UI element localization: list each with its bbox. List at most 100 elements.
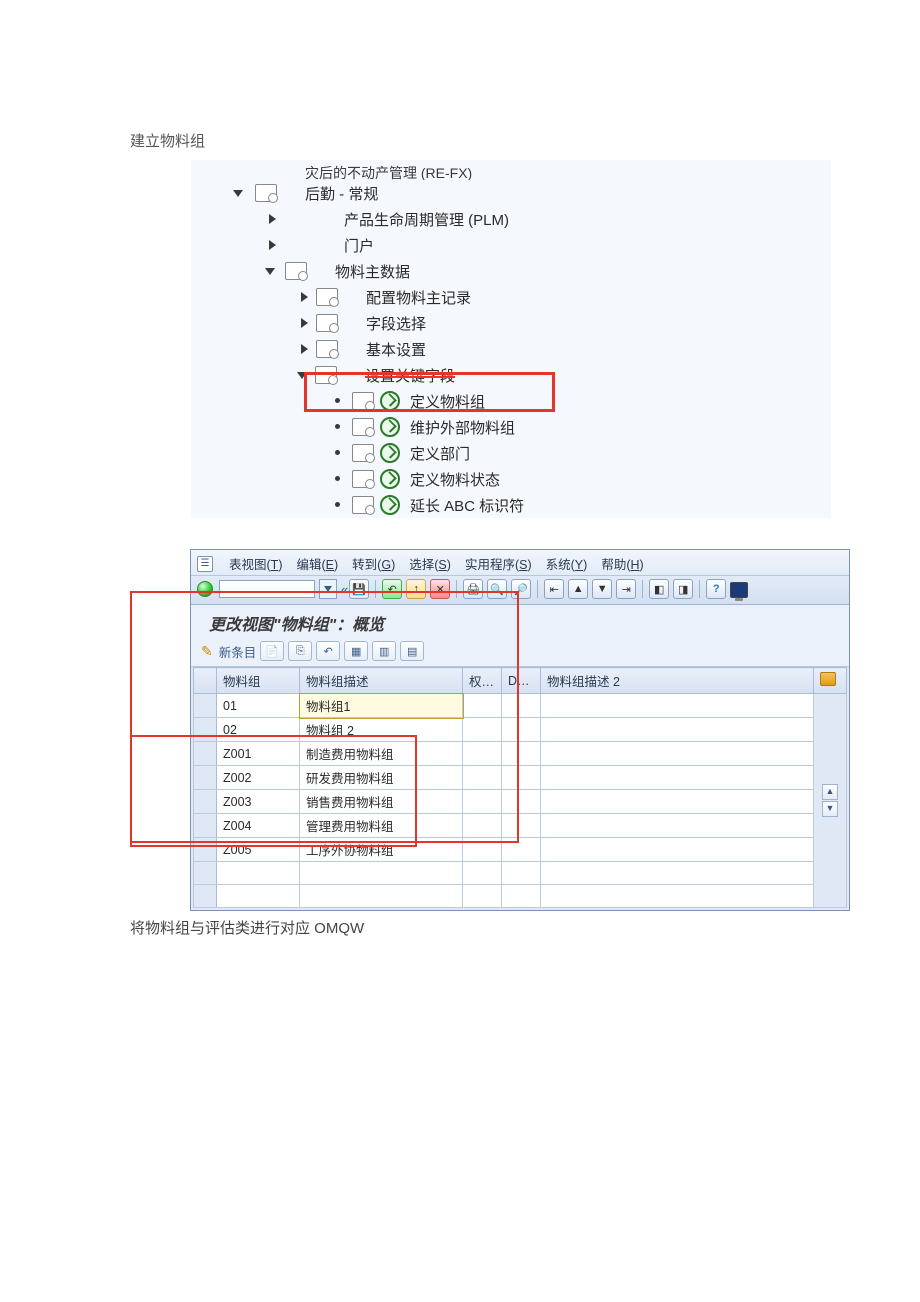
cell-desc2[interactable] xyxy=(541,694,814,718)
cell-auth[interactable] xyxy=(463,814,502,838)
exit-button[interactable]: ↑ xyxy=(406,579,426,599)
tree-node-config-mm[interactable]: 配置物料主记录 xyxy=(362,287,471,308)
cell-d[interactable] xyxy=(502,838,541,862)
tree-node-keyfields[interactable]: 设置关键字段 xyxy=(361,365,455,386)
table-row[interactable]: Z001 制造费用物料组 xyxy=(194,742,847,766)
row-selector[interactable] xyxy=(194,790,217,814)
expand-icon[interactable] xyxy=(233,190,243,197)
row-selector[interactable] xyxy=(194,718,217,742)
cell-desc2[interactable] xyxy=(541,862,814,885)
row-selector[interactable] xyxy=(194,838,217,862)
new-entries-button[interactable]: 新条目 xyxy=(219,642,257,661)
tree-node-mm[interactable]: 物料主数据 xyxy=(331,261,410,282)
col-desc2[interactable]: 物料组描述 2 xyxy=(541,668,814,694)
cell-d[interactable] xyxy=(502,885,541,908)
shortcut-button[interactable]: ◨ xyxy=(673,579,693,599)
first-page-button[interactable]: ⇤ xyxy=(544,579,564,599)
menu-system[interactable]: 系统(Y) xyxy=(546,554,588,573)
cell-desc[interactable]: 管理费用物料组 xyxy=(300,814,463,838)
undo-button[interactable]: ↶ xyxy=(316,641,340,661)
copy-button[interactable]: 📄 xyxy=(260,641,284,661)
save-button[interactable]: 💾 xyxy=(349,579,369,599)
table-row[interactable]: 01 物料组1 ▲ ▼ xyxy=(194,694,847,718)
row-selector[interactable] xyxy=(194,694,217,718)
tree-leaf-matstatus[interactable]: 定义物料状态 xyxy=(406,469,500,490)
execute-icon[interactable] xyxy=(380,391,400,411)
menu-edit[interactable]: 编辑(E) xyxy=(296,554,338,573)
expand-icon[interactable] xyxy=(301,344,308,354)
menu-help[interactable]: 帮助(H) xyxy=(601,554,643,573)
cancel-button[interactable]: ✕ xyxy=(430,579,450,599)
find-next-button[interactable]: 🔎 xyxy=(511,579,531,599)
scroll-up-icon[interactable]: ▲ xyxy=(822,784,838,800)
table-row[interactable]: Z005 工序外协物料组 xyxy=(194,838,847,862)
edit-icon[interactable]: ✎ xyxy=(201,643,213,660)
tree-node-plm[interactable]: 产品生命周期管理 (PLM) xyxy=(340,209,509,230)
menu-utilities[interactable]: 实用程序(S) xyxy=(465,554,532,573)
cell-desc2[interactable] xyxy=(541,814,814,838)
execute-icon[interactable] xyxy=(380,417,400,437)
table-row[interactable]: Z003 销售费用物料组 xyxy=(194,790,847,814)
expand-icon[interactable] xyxy=(297,372,307,379)
cell-desc2[interactable] xyxy=(541,838,814,862)
menu-select[interactable]: 选择(S) xyxy=(409,554,451,573)
window-menu-icon[interactable]: ☰ xyxy=(197,556,213,572)
cell-code[interactable]: Z004 xyxy=(217,814,300,838)
cell-code[interactable]: Z002 xyxy=(217,766,300,790)
tree-leaf-ext-matgroup[interactable]: 维护外部物料组 xyxy=(406,417,515,438)
collapse-icon[interactable]: « xyxy=(341,582,345,597)
tree-node-basic[interactable]: 基本设置 xyxy=(362,339,426,360)
row-selector[interactable] xyxy=(194,885,217,908)
row-selector[interactable] xyxy=(194,742,217,766)
cell-auth[interactable] xyxy=(463,862,502,885)
table-row[interactable] xyxy=(194,885,847,908)
cell-code[interactable]: Z001 xyxy=(217,742,300,766)
table-row[interactable]: 02 物料组 2 xyxy=(194,718,847,742)
cell-auth[interactable] xyxy=(463,838,502,862)
prev-page-button[interactable]: ▲ xyxy=(568,579,588,599)
layout-button[interactable] xyxy=(730,582,748,598)
cell-desc[interactable]: 工序外协物料组 xyxy=(300,838,463,862)
copy-as-button[interactable]: ⎘ xyxy=(288,641,312,661)
cell-desc[interactable]: 物料组1 xyxy=(300,694,463,718)
cell-desc[interactable]: 物料组 2 xyxy=(300,718,463,742)
cell-auth[interactable] xyxy=(463,718,502,742)
cell-d[interactable] xyxy=(502,814,541,838)
enter-icon[interactable] xyxy=(197,581,213,597)
print-button[interactable]: 🖨 xyxy=(463,579,483,599)
command-dropdown[interactable] xyxy=(319,579,337,599)
menu-tableview[interactable]: 表视图(T) xyxy=(229,554,282,573)
cell-desc[interactable]: 销售费用物料组 xyxy=(300,790,463,814)
cell-code[interactable]: 02 xyxy=(217,718,300,742)
cell-auth[interactable] xyxy=(463,790,502,814)
cell-d[interactable] xyxy=(502,790,541,814)
cell-code[interactable] xyxy=(217,885,300,908)
cell-desc2[interactable] xyxy=(541,790,814,814)
cell-code[interactable]: Z005 xyxy=(217,838,300,862)
cell-code[interactable]: Z003 xyxy=(217,790,300,814)
execute-icon[interactable] xyxy=(380,469,400,489)
tree-leaf-define-matgroup[interactable]: 定义物料组 xyxy=(406,391,485,412)
last-page-button[interactable]: ⇥ xyxy=(616,579,636,599)
cell-code[interactable]: 01 xyxy=(217,694,300,718)
tree-leaf-define-dept[interactable]: 定义部门 xyxy=(406,443,470,464)
col-d[interactable]: D… xyxy=(502,668,541,694)
table-row[interactable] xyxy=(194,862,847,885)
expand-icon[interactable] xyxy=(301,318,308,328)
cell-auth[interactable] xyxy=(463,694,502,718)
select-all-button[interactable]: ▦ xyxy=(344,641,368,661)
cell-desc2[interactable] xyxy=(541,742,814,766)
deselect-button[interactable]: ▥ xyxy=(372,641,396,661)
cell-auth[interactable] xyxy=(463,742,502,766)
cell-desc[interactable] xyxy=(300,862,463,885)
expand-icon[interactable] xyxy=(265,268,275,275)
cell-d[interactable] xyxy=(502,742,541,766)
cell-desc[interactable]: 制造费用物料组 xyxy=(300,742,463,766)
row-selector[interactable] xyxy=(194,814,217,838)
cell-auth[interactable] xyxy=(463,885,502,908)
tree-node-portal[interactable]: 门户 xyxy=(340,235,374,256)
table-row[interactable]: Z004 管理费用物料组 xyxy=(194,814,847,838)
cell-desc2[interactable] xyxy=(541,885,814,908)
command-field[interactable] xyxy=(219,580,315,598)
cell-desc[interactable] xyxy=(300,885,463,908)
